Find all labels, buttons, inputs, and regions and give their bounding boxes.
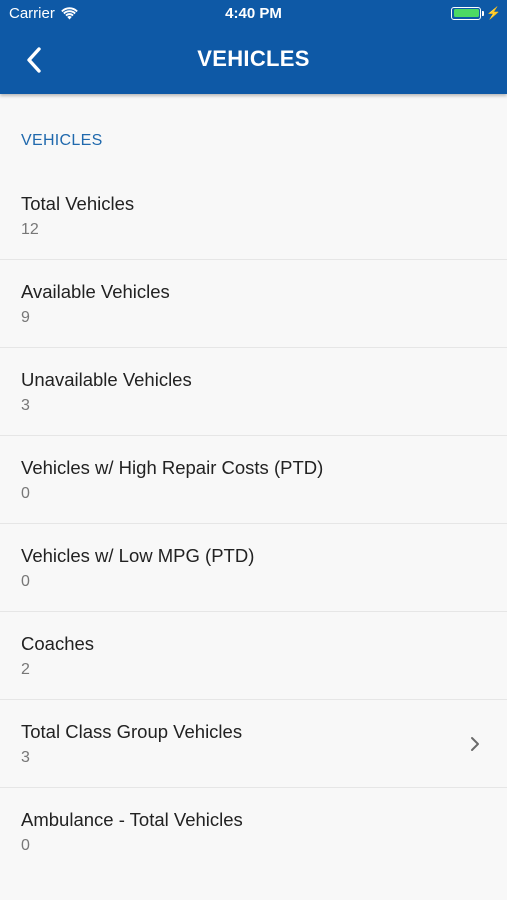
item-value: 9 bbox=[21, 309, 30, 326]
list-item-low-mpg[interactable]: Vehicles w/ Low MPG (PTD) 0 bbox=[0, 524, 507, 612]
status-time: 4:40 PM bbox=[225, 5, 282, 22]
item-label: Unavailable Vehicles bbox=[21, 369, 192, 390]
item-label: Total Class Group Vehicles bbox=[21, 721, 243, 742]
list-item-class-group-vehicles[interactable]: Total Class Group Vehicles 3 bbox=[0, 700, 507, 788]
item-label: Ambulance - Total Vehicles bbox=[21, 809, 243, 830]
item-value: 12 bbox=[21, 221, 39, 238]
section-header: VEHICLES bbox=[21, 132, 103, 149]
chevron-right-icon bbox=[471, 737, 479, 751]
page-title: VEHICLES bbox=[197, 46, 310, 71]
vehicle-list: Total Vehicles 12 Available Vehicles 9 U… bbox=[0, 172, 507, 876]
item-value: 2 bbox=[21, 661, 30, 678]
list-item-coaches[interactable]: Coaches 2 bbox=[0, 612, 507, 700]
charging-icon: ⚡ bbox=[486, 6, 501, 20]
list-item-high-repair-costs[interactable]: Vehicles w/ High Repair Costs (PTD) 0 bbox=[0, 436, 507, 524]
list-item-available-vehicles[interactable]: Available Vehicles 9 bbox=[0, 260, 507, 348]
item-label: Vehicles w/ High Repair Costs (PTD) bbox=[21, 457, 324, 478]
item-value: 0 bbox=[21, 485, 30, 502]
item-label: Total Vehicles bbox=[21, 193, 135, 214]
list-item-total-vehicles[interactable]: Total Vehicles 12 bbox=[0, 172, 507, 260]
status-bar: Carrier 4:40 PM ⚡ bbox=[0, 0, 507, 28]
battery-group: ⚡ bbox=[451, 6, 501, 20]
item-value: 3 bbox=[21, 397, 30, 414]
header: Carrier 4:40 PM ⚡ VEHICLES bbox=[0, 0, 507, 94]
item-value: 0 bbox=[21, 837, 30, 854]
item-value: 3 bbox=[21, 749, 30, 766]
list-item-ambulance-total[interactable]: Ambulance - Total Vehicles 0 bbox=[0, 788, 507, 876]
item-label: Available Vehicles bbox=[21, 281, 170, 302]
item-label: Vehicles w/ Low MPG (PTD) bbox=[21, 545, 255, 566]
list-item-unavailable-vehicles[interactable]: Unavailable Vehicles 3 bbox=[0, 348, 507, 436]
battery-icon bbox=[451, 6, 485, 20]
nav-bar: VEHICLES bbox=[0, 28, 507, 94]
item-label: Coaches bbox=[21, 633, 95, 654]
item-value: 0 bbox=[21, 573, 30, 590]
content: VEHICLES Total Vehicles 12 Available Veh… bbox=[0, 94, 507, 900]
